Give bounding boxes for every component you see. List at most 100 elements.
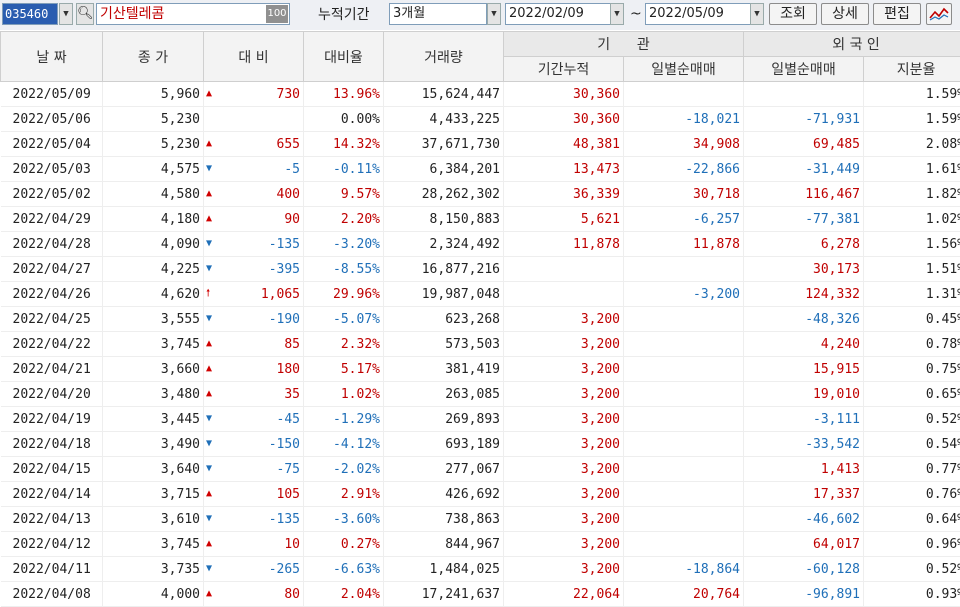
cell-rate: -5.07% — [304, 307, 384, 332]
cell-close: 3,640 — [103, 457, 204, 482]
table-row[interactable]: 2022/04/153,640▼-75-2.02%277,0673,2001,4… — [1, 457, 960, 482]
table-row[interactable]: 2022/04/084,000▲802.04%17,241,63722,0642… — [1, 582, 960, 607]
cell-foreign-share: 0.52% — [864, 407, 960, 432]
cell-rate: 2.91% — [304, 482, 384, 507]
table-row[interactable]: 2022/04/284,090▼-135-3.20%2,324,49211,87… — [1, 232, 960, 257]
col-header-foreign-share[interactable]: 지분율 — [864, 57, 960, 82]
cell-date: 2022/05/02 — [1, 182, 103, 207]
period-dropdown-button[interactable]: ▼ — [487, 3, 501, 25]
cell-inst-cum: 3,200 — [504, 357, 624, 382]
cell-foreign-daily: -3,111 — [744, 407, 864, 432]
cell-inst-daily — [624, 357, 744, 382]
table-row[interactable]: 2022/04/274,225▼-395-8.55%16,877,21630,1… — [1, 257, 960, 282]
table-row[interactable]: 2022/04/143,715▲1052.91%426,6923,20017,3… — [1, 482, 960, 507]
col-header-rate[interactable]: 대비율 — [304, 32, 384, 82]
change-value: 80 — [284, 587, 300, 602]
start-date-picker-button[interactable]: ▼ — [610, 3, 624, 25]
end-date-picker-button[interactable]: ▼ — [750, 3, 764, 25]
stock-code-dropdown-button[interactable]: ▼ — [59, 3, 73, 25]
cell-inst-daily: -3,200 — [624, 282, 744, 307]
change-value: -75 — [277, 462, 300, 477]
cell-rate: 9.57% — [304, 182, 384, 207]
up-arrow-icon: ▲ — [206, 132, 212, 156]
cell-foreign-share: 1.82% — [864, 182, 960, 207]
col-header-inst-daily[interactable]: 일별순매매 — [624, 57, 744, 82]
col-header-change[interactable]: 대 비 — [204, 32, 304, 82]
cell-rate: 29.96% — [304, 282, 384, 307]
table-row[interactable]: 2022/04/123,745▲100.27%844,9673,20064,01… — [1, 532, 960, 557]
change-value: -395 — [269, 262, 300, 277]
table-row[interactable]: 2022/04/133,610▼-135-3.60%738,8633,200-4… — [1, 507, 960, 532]
cell-rate: 14.32% — [304, 132, 384, 157]
table-row[interactable]: 2022/05/065,2300.00%4,433,22530,360-18,0… — [1, 107, 960, 132]
cell-change: ▼-150 — [204, 432, 304, 457]
up-arrow-icon: ▲ — [206, 532, 212, 556]
cell-volume: 693,189 — [384, 432, 504, 457]
cell-rate: 2.04% — [304, 582, 384, 607]
cell-date: 2022/04/28 — [1, 232, 103, 257]
cell-inst-cum: 22,064 — [504, 582, 624, 607]
cell-volume: 381,419 — [384, 357, 504, 382]
table-row[interactable]: 2022/04/113,735▼-265-6.63%1,484,0253,200… — [1, 557, 960, 582]
cell-foreign-daily: 19,010 — [744, 382, 864, 407]
table-row[interactable]: 2022/04/203,480▲351.02%263,0853,20019,01… — [1, 382, 960, 407]
down-arrow-icon: ▼ — [206, 407, 212, 431]
table-row[interactable]: 2022/05/095,960▲73013.96%15,624,44730,36… — [1, 82, 960, 107]
cell-change: ▼-265 — [204, 557, 304, 582]
table-row[interactable]: 2022/05/045,230▲65514.32%37,671,73048,38… — [1, 132, 960, 157]
table-row[interactable]: 2022/04/183,490▼-150-4.12%693,1893,200-3… — [1, 432, 960, 457]
cell-change: ▲400 — [204, 182, 304, 207]
cell-close: 5,230 — [103, 132, 204, 157]
change-value: 655 — [277, 137, 300, 152]
table-row[interactable]: 2022/04/213,660▲1805.17%381,4193,20015,9… — [1, 357, 960, 382]
table-row[interactable]: 2022/04/253,555▼-190-5.07%623,2683,200-4… — [1, 307, 960, 332]
change-value: -135 — [269, 512, 300, 527]
cell-date: 2022/05/04 — [1, 132, 103, 157]
col-header-close[interactable]: 종 가 — [103, 32, 204, 82]
cell-close: 5,230 — [103, 107, 204, 132]
period-select[interactable]: 3개월 — [389, 3, 487, 25]
cell-rate: 0.27% — [304, 532, 384, 557]
query-button[interactable]: 조회 — [769, 3, 817, 25]
cell-volume: 426,692 — [384, 482, 504, 507]
col-header-date[interactable]: 날 짜 — [1, 32, 103, 82]
cell-foreign-share: 1.51% — [864, 257, 960, 282]
cell-close: 3,745 — [103, 332, 204, 357]
cell-inst-daily: -18,864 — [624, 557, 744, 582]
cell-date: 2022/04/19 — [1, 407, 103, 432]
end-date-field[interactable]: 2022/05/09 — [645, 3, 752, 25]
col-header-volume[interactable]: 거래량 — [384, 32, 504, 82]
chart-icon[interactable] — [926, 3, 952, 25]
cell-inst-daily — [624, 332, 744, 357]
cell-inst-cum: 3,200 — [504, 382, 624, 407]
table-row[interactable]: 2022/04/264,620🠕1,06529.96%19,987,048-3,… — [1, 282, 960, 307]
cell-inst-cum: 3,200 — [504, 307, 624, 332]
start-date-field[interactable]: 2022/02/09 — [505, 3, 616, 25]
cell-inst-cum: 30,360 — [504, 82, 624, 107]
edit-button[interactable]: 편집 — [873, 3, 921, 25]
stock-name-field[interactable]: 기산텔레콤 100 — [96, 3, 290, 25]
cell-rate: -2.02% — [304, 457, 384, 482]
col-header-foreign-daily[interactable]: 일별순매매 — [744, 57, 864, 82]
cell-inst-daily: 20,764 — [624, 582, 744, 607]
search-icon[interactable]: 🔍︎ — [76, 3, 94, 25]
table-row[interactable]: 2022/04/193,445▼-45-1.29%269,8933,200-3,… — [1, 407, 960, 432]
table-row[interactable]: 2022/04/294,180▲902.20%8,150,8835,621-6,… — [1, 207, 960, 232]
change-value: 85 — [284, 337, 300, 352]
col-header-inst-cumulative[interactable]: 기간누적 — [504, 57, 624, 82]
table-row[interactable]: 2022/05/024,580▲4009.57%28,262,30236,339… — [1, 182, 960, 207]
cell-close: 4,000 — [103, 582, 204, 607]
cell-date: 2022/05/03 — [1, 157, 103, 182]
cell-date: 2022/04/12 — [1, 532, 103, 557]
table-body: 2022/05/095,960▲73013.96%15,624,44730,36… — [1, 82, 960, 607]
cell-rate: 1.02% — [304, 382, 384, 407]
stock-code-input[interactable]: 035460 — [2, 3, 58, 25]
table-row[interactable]: 2022/04/223,745▲852.32%573,5033,2004,240… — [1, 332, 960, 357]
stock-name-tag: 100 — [266, 5, 288, 23]
detail-button[interactable]: 상세 — [821, 3, 869, 25]
cell-volume: 844,967 — [384, 532, 504, 557]
table-row[interactable]: 2022/05/034,575▼-5-0.11%6,384,20113,473-… — [1, 157, 960, 182]
cell-inst-daily — [624, 382, 744, 407]
cell-volume: 4,433,225 — [384, 107, 504, 132]
change-value: 1,065 — [261, 287, 300, 302]
